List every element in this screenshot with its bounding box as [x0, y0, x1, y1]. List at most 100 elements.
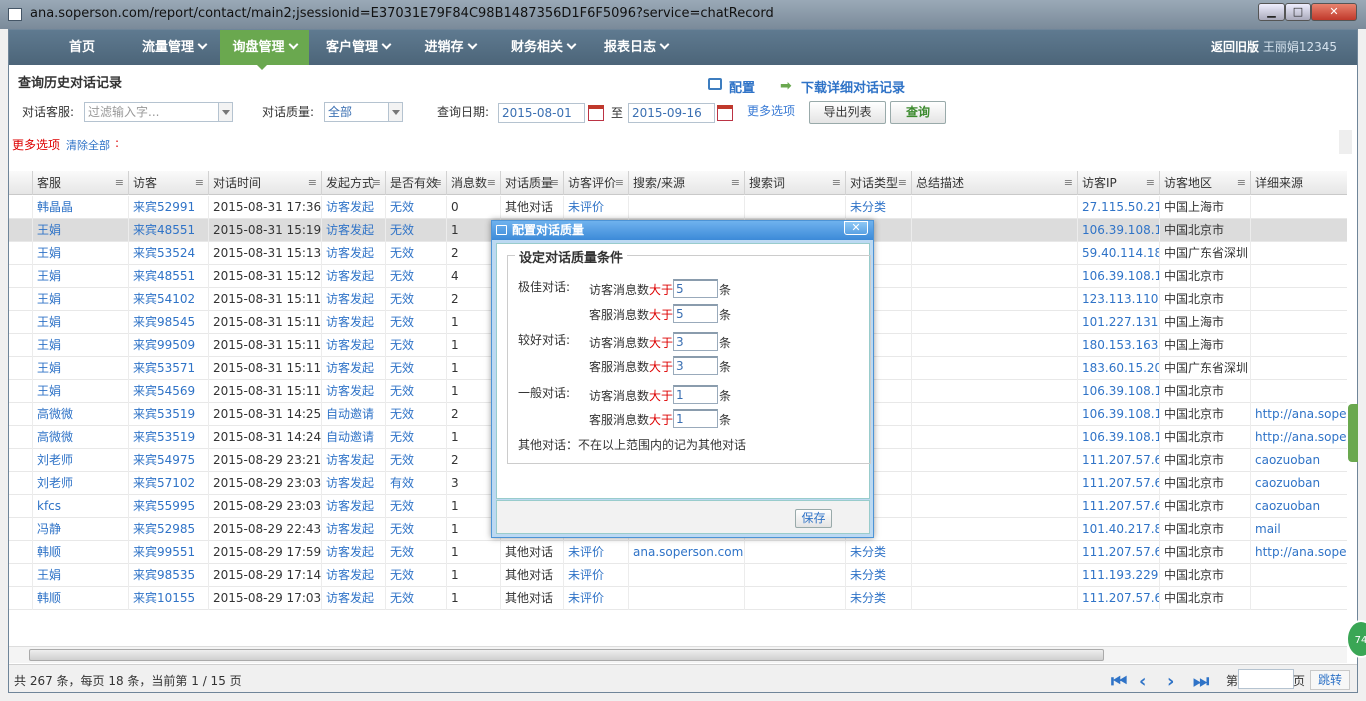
cell-detail-source[interactable]: caozuoban: [1251, 472, 1347, 495]
column-menu-icon[interactable]: ≡: [433, 171, 442, 195]
cell-type[interactable]: 未分类: [846, 564, 912, 587]
cell-initiator[interactable]: 访客发起: [322, 380, 386, 403]
cell-valid[interactable]: 无效: [386, 196, 447, 219]
cell-ip[interactable]: 106.39.108.1: [1078, 403, 1160, 426]
column-header-msg-count[interactable]: 消息数 ≡: [447, 171, 501, 195]
cell-visitor[interactable]: 来宾99551: [129, 541, 209, 564]
cell-agent[interactable]: 刘老师: [33, 472, 129, 495]
cell-agent[interactable]: 王娟: [33, 380, 129, 403]
cell-source[interactable]: [629, 564, 745, 587]
cell-visitor[interactable]: 来宾48551: [129, 219, 209, 242]
cell-visitor[interactable]: 来宾52985: [129, 518, 209, 541]
cell-detail-source[interactable]: caozuoban: [1251, 495, 1347, 518]
cell-initiator[interactable]: 访客发起: [322, 334, 386, 357]
cell-valid[interactable]: 无效: [386, 265, 447, 288]
nav-inquiry[interactable]: 询盘管理: [220, 30, 309, 65]
agent-filter-input[interactable]: 过滤输入字...: [84, 102, 233, 122]
cell-detail-source[interactable]: caozuoban: [1251, 449, 1347, 472]
cell-ip[interactable]: 111.207.57.6: [1078, 587, 1160, 610]
cell-agent[interactable]: 王娟: [33, 242, 129, 265]
cell-ip[interactable]: 123.113.110.: [1078, 288, 1160, 311]
cell-source[interactable]: [629, 587, 745, 610]
cell-detail-source[interactable]: [1251, 196, 1347, 219]
best-visitor-input[interactable]: 5: [673, 279, 718, 298]
cell-detail-source[interactable]: [1251, 242, 1347, 265]
cell-initiator[interactable]: 自动邀请: [322, 426, 386, 449]
cell-detail-source[interactable]: [1251, 219, 1347, 242]
good-agent-input[interactable]: 3: [673, 356, 718, 375]
cell-ip[interactable]: 101.40.217.8: [1078, 518, 1160, 541]
cell-valid[interactable]: 无效: [386, 518, 447, 541]
cell-source[interactable]: ana.soperson.com: [629, 541, 745, 564]
cell-agent[interactable]: 王娟: [33, 265, 129, 288]
cell-detail-source[interactable]: [1251, 380, 1347, 403]
nav-finance[interactable]: 财务相关: [500, 30, 586, 65]
cell-valid[interactable]: 无效: [386, 449, 447, 472]
cell-valid[interactable]: 有效: [386, 472, 447, 495]
cell-valid[interactable]: 无效: [386, 357, 447, 380]
cell-visitor[interactable]: 来宾54102: [129, 288, 209, 311]
calendar-icon[interactable]: [588, 105, 604, 121]
cell-visitor[interactable]: 来宾10155: [129, 587, 209, 610]
cell-visitor[interactable]: 来宾98545: [129, 311, 209, 334]
cell-initiator[interactable]: 访客发起: [322, 541, 386, 564]
next-page-icon[interactable]: ›: [1167, 671, 1174, 692]
column-header-valid[interactable]: 是否有效 ≡: [386, 171, 447, 195]
minimize-button[interactable]: ▁: [1258, 3, 1285, 21]
column-header-source[interactable]: 搜索/来源 ≡: [629, 171, 745, 195]
table-row[interactable]: 韩晶晶 来宾52991 2015-08-31 17:36 访客发起 无效 0 其他对话 未评价…: [9, 196, 1347, 219]
best-agent-input[interactable]: 5: [673, 304, 718, 323]
cell-detail-source[interactable]: [1251, 564, 1347, 587]
cell-agent[interactable]: 王娟: [33, 564, 129, 587]
cell-detail-source[interactable]: [1251, 311, 1347, 334]
cell-valid[interactable]: 无效: [386, 403, 447, 426]
cell-detail-source[interactable]: http://ana.soperson.com: [1251, 541, 1347, 564]
column-header-ip[interactable]: 访客IP ≡: [1078, 171, 1160, 195]
cell-type[interactable]: 未分类: [846, 587, 912, 610]
column-menu-icon[interactable]: ≡: [195, 171, 204, 195]
cell-initiator[interactable]: 访客发起: [322, 242, 386, 265]
cell-valid[interactable]: 无效: [386, 495, 447, 518]
cell-initiator[interactable]: 访客发起: [322, 196, 386, 219]
cell-detail-source[interactable]: [1251, 265, 1347, 288]
normal-visitor-input[interactable]: 1: [673, 385, 718, 404]
date-to-input[interactable]: 2015-09-16: [628, 103, 715, 123]
cell-initiator[interactable]: 访客发起: [322, 265, 386, 288]
column-menu-icon[interactable]: ≡: [898, 171, 907, 195]
quality-select[interactable]: 全部: [324, 102, 403, 122]
nav-reports[interactable]: 报表日志: [593, 30, 679, 65]
cell-ip[interactable]: 180.153.163.: [1078, 334, 1160, 357]
cell-visitor[interactable]: 来宾53519: [129, 403, 209, 426]
cell-agent[interactable]: 王娟: [33, 334, 129, 357]
cell-visitor[interactable]: 来宾52991: [129, 196, 209, 219]
column-menu-icon[interactable]: ≡: [487, 171, 496, 195]
cell-valid[interactable]: 无效: [386, 587, 447, 610]
config-link[interactable]: 配置: [729, 77, 755, 96]
cell-agent[interactable]: 王娟: [33, 288, 129, 311]
query-button[interactable]: 查询: [890, 101, 946, 124]
cell-agent[interactable]: 冯静: [33, 518, 129, 541]
first-page-icon[interactable]: ⏮: [1111, 671, 1127, 692]
cell-visitor[interactable]: 来宾53519: [129, 426, 209, 449]
download-records-link[interactable]: 下载详细对话记录: [801, 77, 905, 96]
maximize-button[interactable]: □: [1285, 3, 1311, 21]
cell-ip[interactable]: 27.115.50.21: [1078, 196, 1160, 219]
column-menu-icon[interactable]: ≡: [1146, 171, 1155, 195]
cell-initiator[interactable]: 访客发起: [322, 311, 386, 334]
cell-initiator[interactable]: 访客发起: [322, 518, 386, 541]
cell-detail-source[interactable]: [1251, 357, 1347, 380]
cell-ip[interactable]: 111.207.57.6: [1078, 449, 1160, 472]
cell-ip[interactable]: 106.39.108.1: [1078, 265, 1160, 288]
cell-detail-source[interactable]: [1251, 587, 1347, 610]
cell-agent[interactable]: 王娟: [33, 357, 129, 380]
column-header-initiator[interactable]: 发起方式 ≡: [322, 171, 386, 195]
cell-detail-source[interactable]: mail: [1251, 518, 1347, 541]
cell-agent[interactable]: 韩晶晶: [33, 196, 129, 219]
column-header-type[interactable]: 对话类型 ≡: [846, 171, 912, 195]
column-header-time[interactable]: 对话时间 ≡: [209, 171, 322, 195]
clear-all-link[interactable]: 清除全部: [66, 137, 110, 153]
cell-type[interactable]: 未分类: [846, 541, 912, 564]
cell-initiator[interactable]: 访客发起: [322, 357, 386, 380]
table-row[interactable]: 韩顺 来宾10155 2015-08-29 17:03 访客发起 无效 1 其他对话 未评价 未…: [9, 587, 1347, 610]
cell-valid[interactable]: 无效: [386, 426, 447, 449]
